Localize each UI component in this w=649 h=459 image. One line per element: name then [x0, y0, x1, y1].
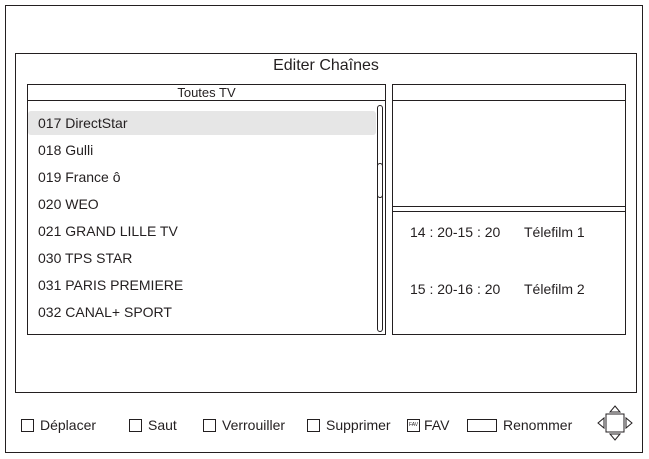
- epg-time: 15 : 20-16 : 20: [410, 281, 501, 297]
- key-box-icon: [203, 418, 216, 432]
- rename-label: Renommer: [503, 417, 573, 433]
- epg-time: 14 : 20-15 : 20: [410, 224, 501, 240]
- channel-row[interactable]: 019 France ô: [28, 165, 376, 189]
- channel-label: 018 Gulli: [38, 142, 94, 158]
- channel-label: 017 DirectStar: [38, 115, 128, 131]
- channel-list-header: Toutes TV: [28, 85, 385, 101]
- scrollbar-thumb[interactable]: [377, 163, 383, 198]
- channel-label: 021 GRAND LILLE TV: [38, 223, 178, 239]
- rename-key[interactable]: Renommer: [467, 414, 572, 436]
- dpad-navigation-icon: [597, 405, 633, 441]
- key-box-icon: [307, 418, 320, 432]
- channel-row[interactable]: 018 Gulli: [28, 138, 376, 162]
- move-label: Déplacer: [40, 417, 97, 433]
- fav-key-icon: FAV: [407, 418, 420, 432]
- channel-label: 031 PARIS PREMIERE: [38, 277, 184, 293]
- preview-header: [393, 85, 625, 101]
- preview-divider: [393, 206, 625, 207]
- channel-list-scrollbar[interactable]: [377, 105, 383, 332]
- channel-label: 030 TPS STAR: [38, 250, 133, 266]
- video-preview: [393, 101, 625, 210]
- epg-title: Télefilm 2: [524, 281, 585, 297]
- channel-list: 017 DirectStar 018 Gulli 019 France ô 02…: [28, 101, 385, 334]
- channel-label: 019 France ô: [38, 169, 121, 185]
- preview-panel: 14 : 20-15 : 20 Télefilm 1 15 : 20-16 : 2…: [392, 84, 626, 335]
- lock-label: Verrouiller: [222, 417, 286, 433]
- channel-label: 020 WEO: [38, 196, 99, 212]
- move-key[interactable]: Déplacer: [21, 414, 96, 436]
- skip-key[interactable]: Saut: [129, 414, 177, 436]
- skip-label: Saut: [148, 417, 177, 433]
- epg-event: 15 : 20-16 : 20 Télefilm 2: [410, 280, 585, 298]
- key-box-icon: [129, 418, 142, 432]
- epg-event: 14 : 20-15 : 20 Télefilm 1: [410, 223, 585, 241]
- fav-key[interactable]: FAV FAV: [407, 414, 449, 436]
- delete-key[interactable]: Supprimer: [307, 414, 391, 436]
- lock-key[interactable]: Verrouiller: [203, 414, 285, 436]
- channel-row[interactable]: 017 DirectStar: [28, 111, 376, 135]
- delete-label: Supprimer: [326, 417, 391, 433]
- fav-label: FAV: [424, 417, 450, 433]
- dialog-title: Editer Chaînes: [273, 57, 379, 74]
- channel-label: 032 CANAL+ SPORT: [38, 304, 172, 320]
- key-legend: Déplacer Saut Verrouiller Supprimer FAV F…: [0, 410, 649, 440]
- channel-row[interactable]: 030 TPS STAR: [28, 246, 376, 270]
- channel-row[interactable]: 031 PARIS PREMIERE: [28, 273, 376, 297]
- epg-title: Télefilm 1: [524, 224, 585, 240]
- channel-list-panel: Toutes TV 017 DirectStar 018 Gulli 019 F…: [27, 84, 386, 335]
- channel-row[interactable]: 020 WEO: [28, 192, 376, 216]
- channel-row[interactable]: 021 GRAND LILLE TV: [28, 219, 376, 243]
- channel-row[interactable]: 032 CANAL+ SPORT: [28, 300, 376, 324]
- preview-divider: [393, 211, 625, 212]
- key-box-icon: [467, 418, 497, 432]
- key-box-icon: [21, 418, 34, 432]
